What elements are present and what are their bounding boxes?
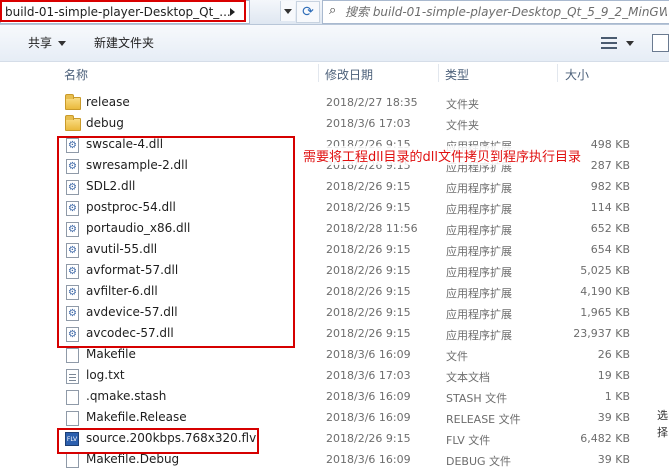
file-size: 5,025 KB — [580, 264, 630, 277]
file-date: 2018/3/6 16:09 — [326, 390, 411, 403]
search-input[interactable]: ⌕ 搜索 build-01-simple-player-Desktop_Qt_5… — [322, 0, 669, 24]
file-date: 2018/3/6 17:03 — [326, 369, 411, 382]
file-type: 应用程序扩展 — [446, 287, 512, 300]
text-file-icon — [66, 369, 79, 384]
folder-icon — [65, 115, 81, 131]
file-type: 应用程序扩展 — [446, 203, 512, 216]
file-type: DEBUG 文件 — [446, 455, 512, 468]
flv-file-highlight-box — [57, 428, 259, 454]
file-size: 6,482 KB — [580, 432, 630, 445]
file-size: 23,937 KB — [573, 327, 630, 340]
file-size: 652 KB — [590, 222, 630, 235]
new-folder-button[interactable]: 新建文件夹 — [94, 25, 154, 61]
file-size: 19 KB — [597, 369, 630, 382]
view-options-icon[interactable] — [601, 36, 617, 50]
file-icon — [66, 411, 79, 426]
file-date: 2018/3/6 16:09 — [326, 411, 411, 424]
file-size: 4,190 KB — [580, 285, 630, 298]
file-name: Makefile — [86, 347, 136, 361]
search-icon: ⌕ — [329, 3, 337, 18]
column-size[interactable]: 大小 — [565, 66, 589, 83]
address-bar: build-01-simple-player-Desktop_Qt_... ⟳ … — [0, 0, 669, 25]
annotation-note: 需要将工程dll目录的dll文件拷贝到程序执行目录 — [302, 146, 582, 165]
file-type: 文本文档 — [446, 371, 490, 384]
search-placeholder: 搜索 build-01-simple-player-Desktop_Qt_5_9… — [345, 5, 667, 19]
file-date: 2018/2/26 9:15 — [326, 285, 411, 298]
column-modified[interactable]: 修改日期 — [325, 66, 373, 83]
file-date: 2018/2/26 9:15 — [326, 264, 411, 277]
file-date: 2018/2/28 11:56 — [326, 222, 418, 235]
file-type: 文件夹 — [446, 98, 479, 111]
file-type: 文件夹 — [446, 119, 479, 132]
file-type: 文件 — [446, 350, 468, 363]
file-date: 2018/2/26 9:15 — [326, 201, 411, 214]
file-row[interactable]: Makefile.Release 2018/3/6 16:09 RELEASE 文件… — [0, 408, 669, 429]
details-pane-char-2: 择 — [657, 426, 668, 439]
file-name: release — [86, 95, 130, 109]
preview-pane-icon[interactable] — [652, 34, 669, 52]
chevron-down-icon — [58, 41, 67, 46]
file-date: 2018/2/26 9:15 — [326, 306, 411, 319]
file-type: 应用程序扩展 — [446, 266, 512, 279]
file-date: 2018/2/27 18:35 — [326, 96, 418, 109]
details-pane-char-1: 选 — [657, 409, 668, 422]
toolbar: 共享 新建文件夹 — [0, 25, 669, 62]
file-type: 应用程序扩展 — [446, 224, 512, 237]
file-date: 2018/3/6 16:09 — [326, 453, 411, 466]
file-name: .qmake.stash — [86, 389, 167, 403]
file-row[interactable]: log.txt 2018/3/6 17:03 文本文档 19 KB — [0, 366, 669, 387]
file-row[interactable]: Makefile 2018/3/6 16:09 文件 26 KB — [0, 345, 669, 366]
share-button[interactable]: 共享 — [28, 25, 67, 61]
column-type[interactable]: 类型 — [445, 66, 469, 83]
file-name: log.txt — [86, 368, 125, 382]
file-type: 应用程序扩展 — [446, 308, 512, 321]
column-name[interactable]: 名称 — [64, 66, 88, 83]
view-chevron-down-icon[interactable] — [626, 41, 634, 46]
address-highlight-box — [0, 0, 246, 22]
file-type: RELEASE 文件 — [446, 413, 521, 426]
refresh-icon[interactable]: ⟳ — [296, 1, 320, 23]
file-date: 2018/3/6 17:03 — [326, 117, 411, 130]
file-date: 2018/2/26 9:15 — [326, 432, 411, 445]
file-type: STASH 文件 — [446, 392, 508, 405]
file-name: debug — [86, 116, 124, 130]
new-folder-label: 新建文件夹 — [94, 36, 155, 50]
file-date: 2018/2/26 9:15 — [326, 180, 411, 193]
folder-icon — [65, 94, 81, 110]
address-history-dropdown[interactable] — [280, 1, 295, 21]
file-icon — [66, 348, 79, 363]
share-label: 共享 — [28, 36, 53, 50]
file-type: 应用程序扩展 — [446, 329, 512, 342]
file-type: 应用程序扩展 — [446, 182, 512, 195]
file-type: FLV 文件 — [446, 434, 491, 447]
file-size: 26 KB — [597, 348, 630, 361]
file-size: 114 KB — [590, 201, 630, 214]
file-type: 应用程序扩展 — [446, 245, 512, 258]
file-size: 1,965 KB — [580, 306, 630, 319]
file-name: Makefile.Debug — [86, 452, 180, 466]
file-size: 39 KB — [597, 453, 630, 466]
file-row[interactable]: release 2018/2/27 18:35 文件夹 — [0, 93, 669, 114]
file-icon — [66, 390, 79, 405]
file-row[interactable]: .qmake.stash 2018/3/6 16:09 STASH 文件 1 KB — [0, 387, 669, 408]
file-icon — [66, 453, 79, 468]
file-date: 2018/3/6 16:09 — [326, 348, 411, 361]
dll-files-highlight-box — [57, 136, 295, 348]
file-size: 1 KB — [604, 390, 630, 403]
file-date: 2018/2/26 9:15 — [326, 243, 411, 256]
file-date: 2018/2/26 9:15 — [326, 327, 411, 340]
file-name: Makefile.Release — [86, 410, 187, 424]
file-row[interactable]: debug 2018/3/6 17:03 文件夹 — [0, 114, 669, 135]
file-size: 982 KB — [590, 180, 630, 193]
file-size: 654 KB — [590, 243, 630, 256]
file-size: 39 KB — [597, 411, 630, 424]
column-headers: 名称 修改日期 类型 大小 — [0, 62, 669, 84]
